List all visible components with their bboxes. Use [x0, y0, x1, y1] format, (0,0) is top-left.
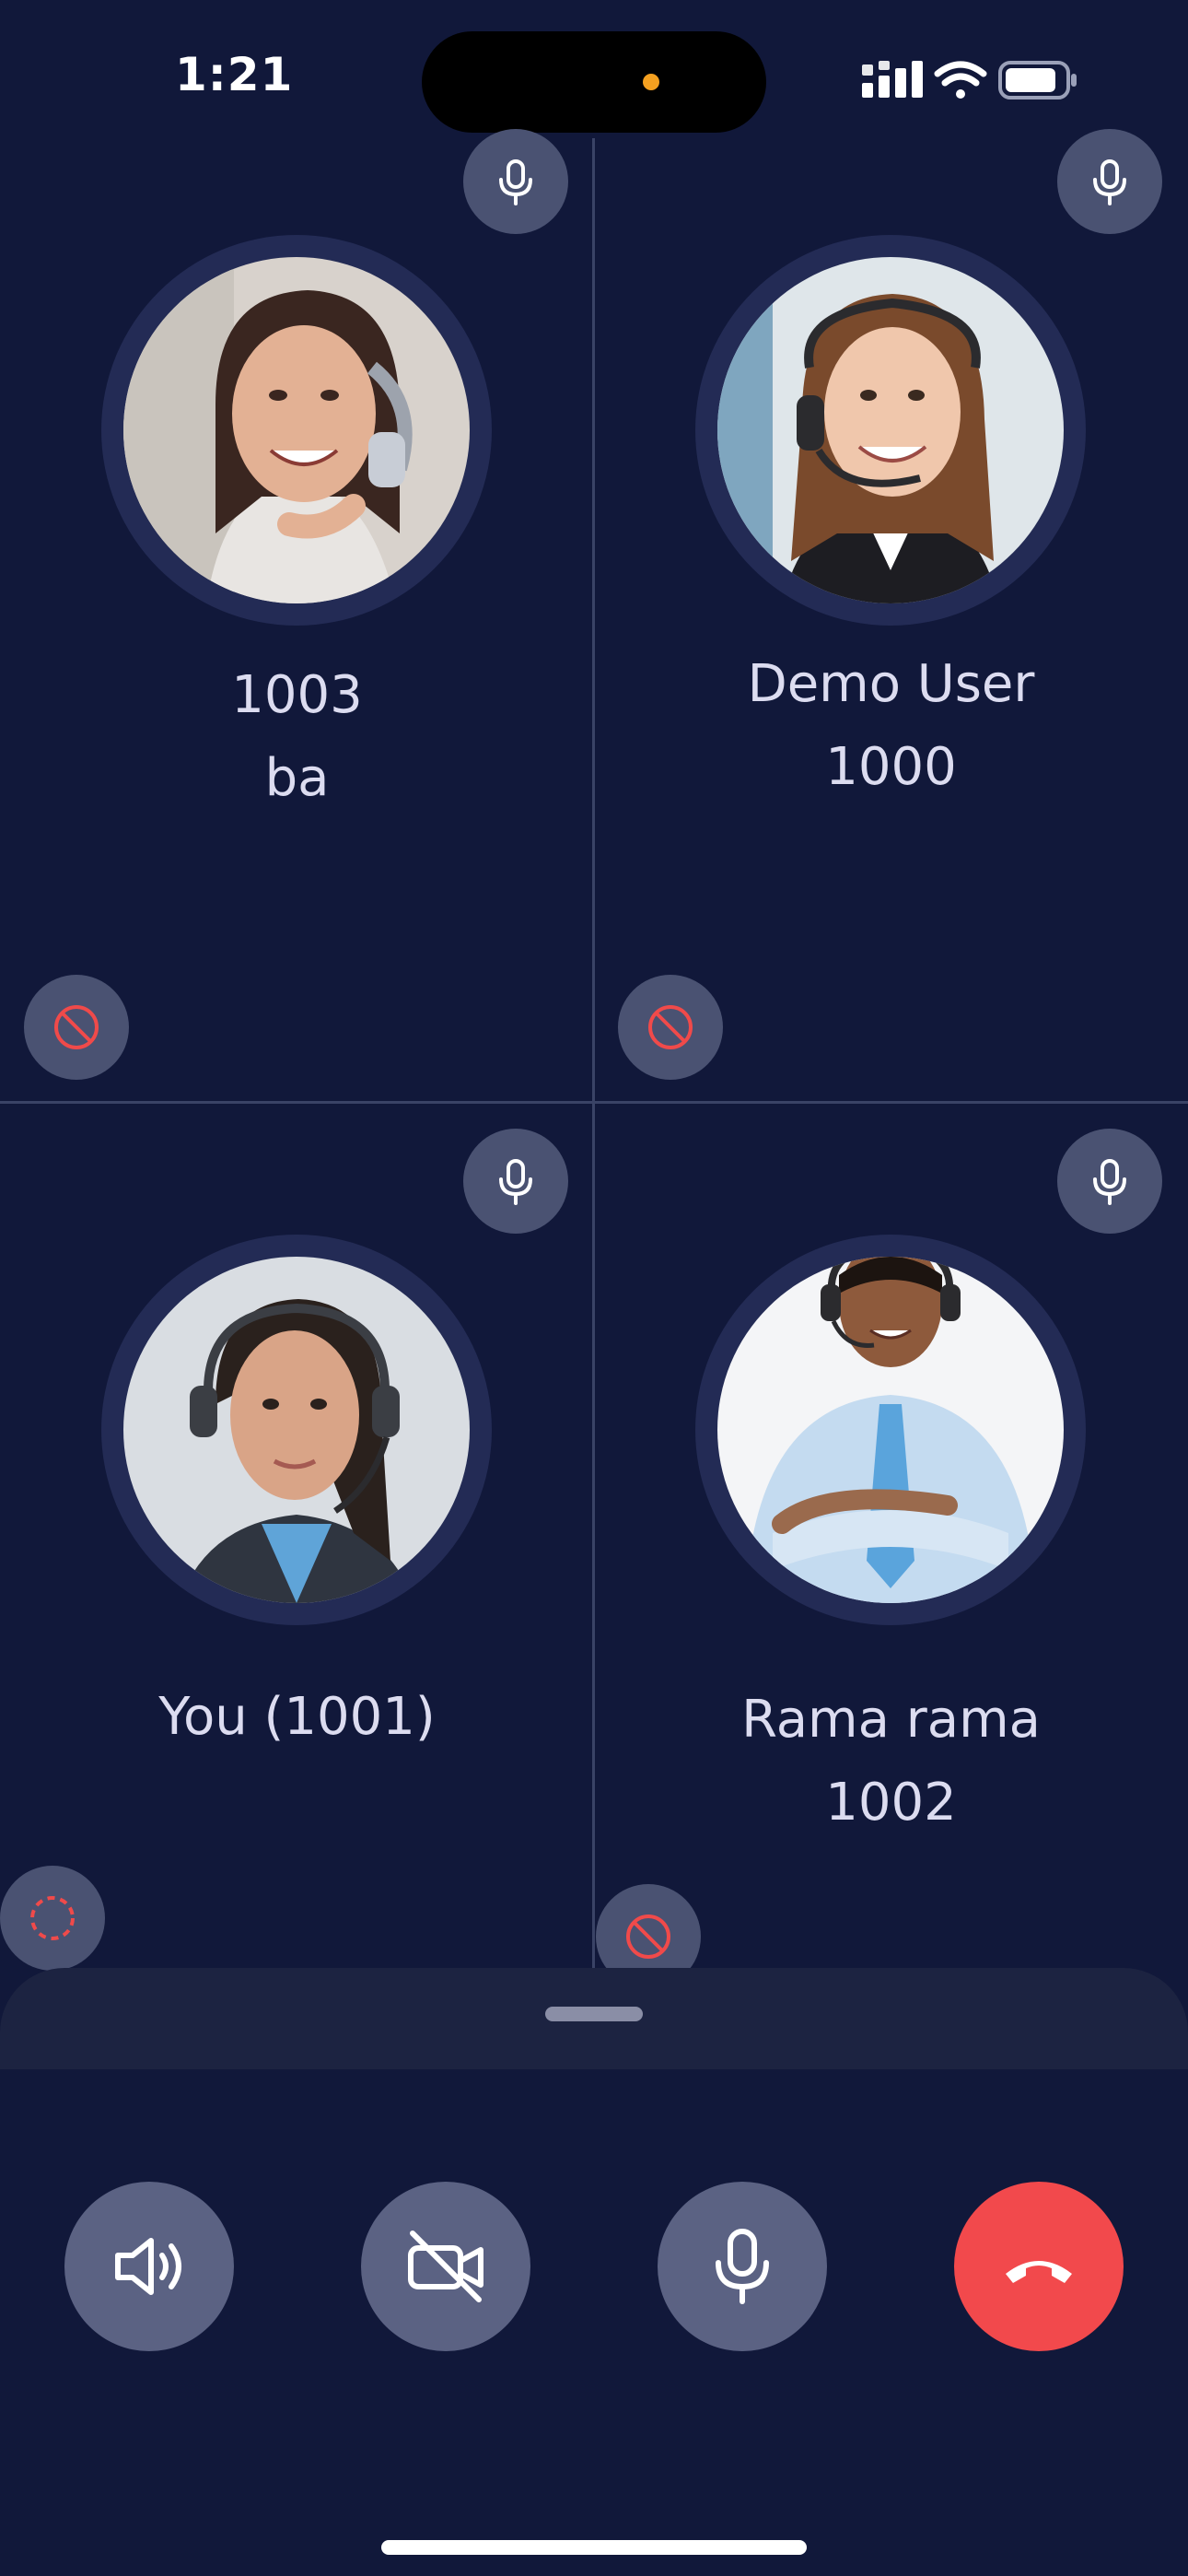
sheet-drag-handle[interactable]: [545, 2007, 643, 2021]
video-blocked-icon: [626, 1914, 670, 1959]
participant-video-button[interactable]: [24, 975, 129, 1080]
participant-video-button[interactable]: [618, 975, 723, 1080]
avatar-ring: [101, 1235, 492, 1625]
participant-tile-1003[interactable]: 1003 ba: [0, 129, 594, 1101]
avatar-ring: [695, 235, 1086, 626]
microphone-icon: [716, 2229, 769, 2304]
call-screen: 1:21 1003 ba Demo User 1000 You (1001) R…: [0, 0, 1188, 2576]
participant-name: You (1001): [158, 1687, 436, 1747]
dynamic-island: [422, 31, 766, 133]
participant-tile-you[interactable]: You (1001): [0, 1129, 594, 1972]
microphone-toggle-button[interactable]: [658, 2182, 827, 2351]
camera-off-icon: [408, 2231, 483, 2302]
participant-mic-button[interactable]: [463, 1129, 568, 1234]
speaker-button[interactable]: [64, 2182, 234, 2351]
participant-tile-rama-rama[interactable]: Rama rama 1002: [594, 1129, 1188, 1989]
participant-extension: ba: [264, 748, 330, 808]
video-blocked-icon: [648, 1005, 693, 1049]
video-blocked-icon: [54, 1005, 99, 1049]
avatar-image: [123, 257, 470, 603]
avatar-image: [123, 1257, 470, 1603]
participant-extension: 1000: [825, 737, 957, 797]
participant-mic-button[interactable]: [1057, 1129, 1162, 1234]
participant-name: Rama rama: [741, 1690, 1041, 1750]
end-call-button[interactable]: [954, 2182, 1124, 2351]
microphone-icon: [499, 159, 532, 205]
avatar-ring: [101, 235, 492, 626]
video-loading-icon: [30, 1896, 75, 1940]
cellular-signal-icon: [862, 61, 923, 98]
status-icons: [834, 57, 1083, 103]
participant-extension: 1002: [825, 1773, 957, 1832]
wifi-icon: [934, 61, 987, 99]
end-call-icon: [1006, 2261, 1072, 2283]
participant-name: 1003: [231, 665, 363, 725]
status-time: 1:21: [175, 48, 294, 101]
participant-mic-button[interactable]: [1057, 129, 1162, 234]
participant-mic-button[interactable]: [463, 129, 568, 234]
home-indicator[interactable]: [381, 2540, 807, 2555]
grid-horizontal-divider: [0, 1101, 1188, 1104]
battery-icon: [998, 61, 1077, 100]
avatar-image: [717, 1257, 1064, 1603]
microphone-icon: [1093, 159, 1126, 205]
avatar-image: [717, 257, 1064, 603]
microphone-icon: [1093, 1159, 1126, 1205]
speaker-icon: [115, 2238, 181, 2295]
recording-indicator-dot: [643, 74, 659, 90]
microphone-icon: [499, 1159, 532, 1205]
avatar-ring: [695, 1235, 1086, 1625]
participant-video-button[interactable]: [0, 1866, 105, 1971]
participant-tile-demo-user[interactable]: Demo User 1000: [594, 129, 1188, 1101]
camera-toggle-button[interactable]: [361, 2182, 530, 2351]
participant-name: Demo User: [747, 654, 1035, 714]
